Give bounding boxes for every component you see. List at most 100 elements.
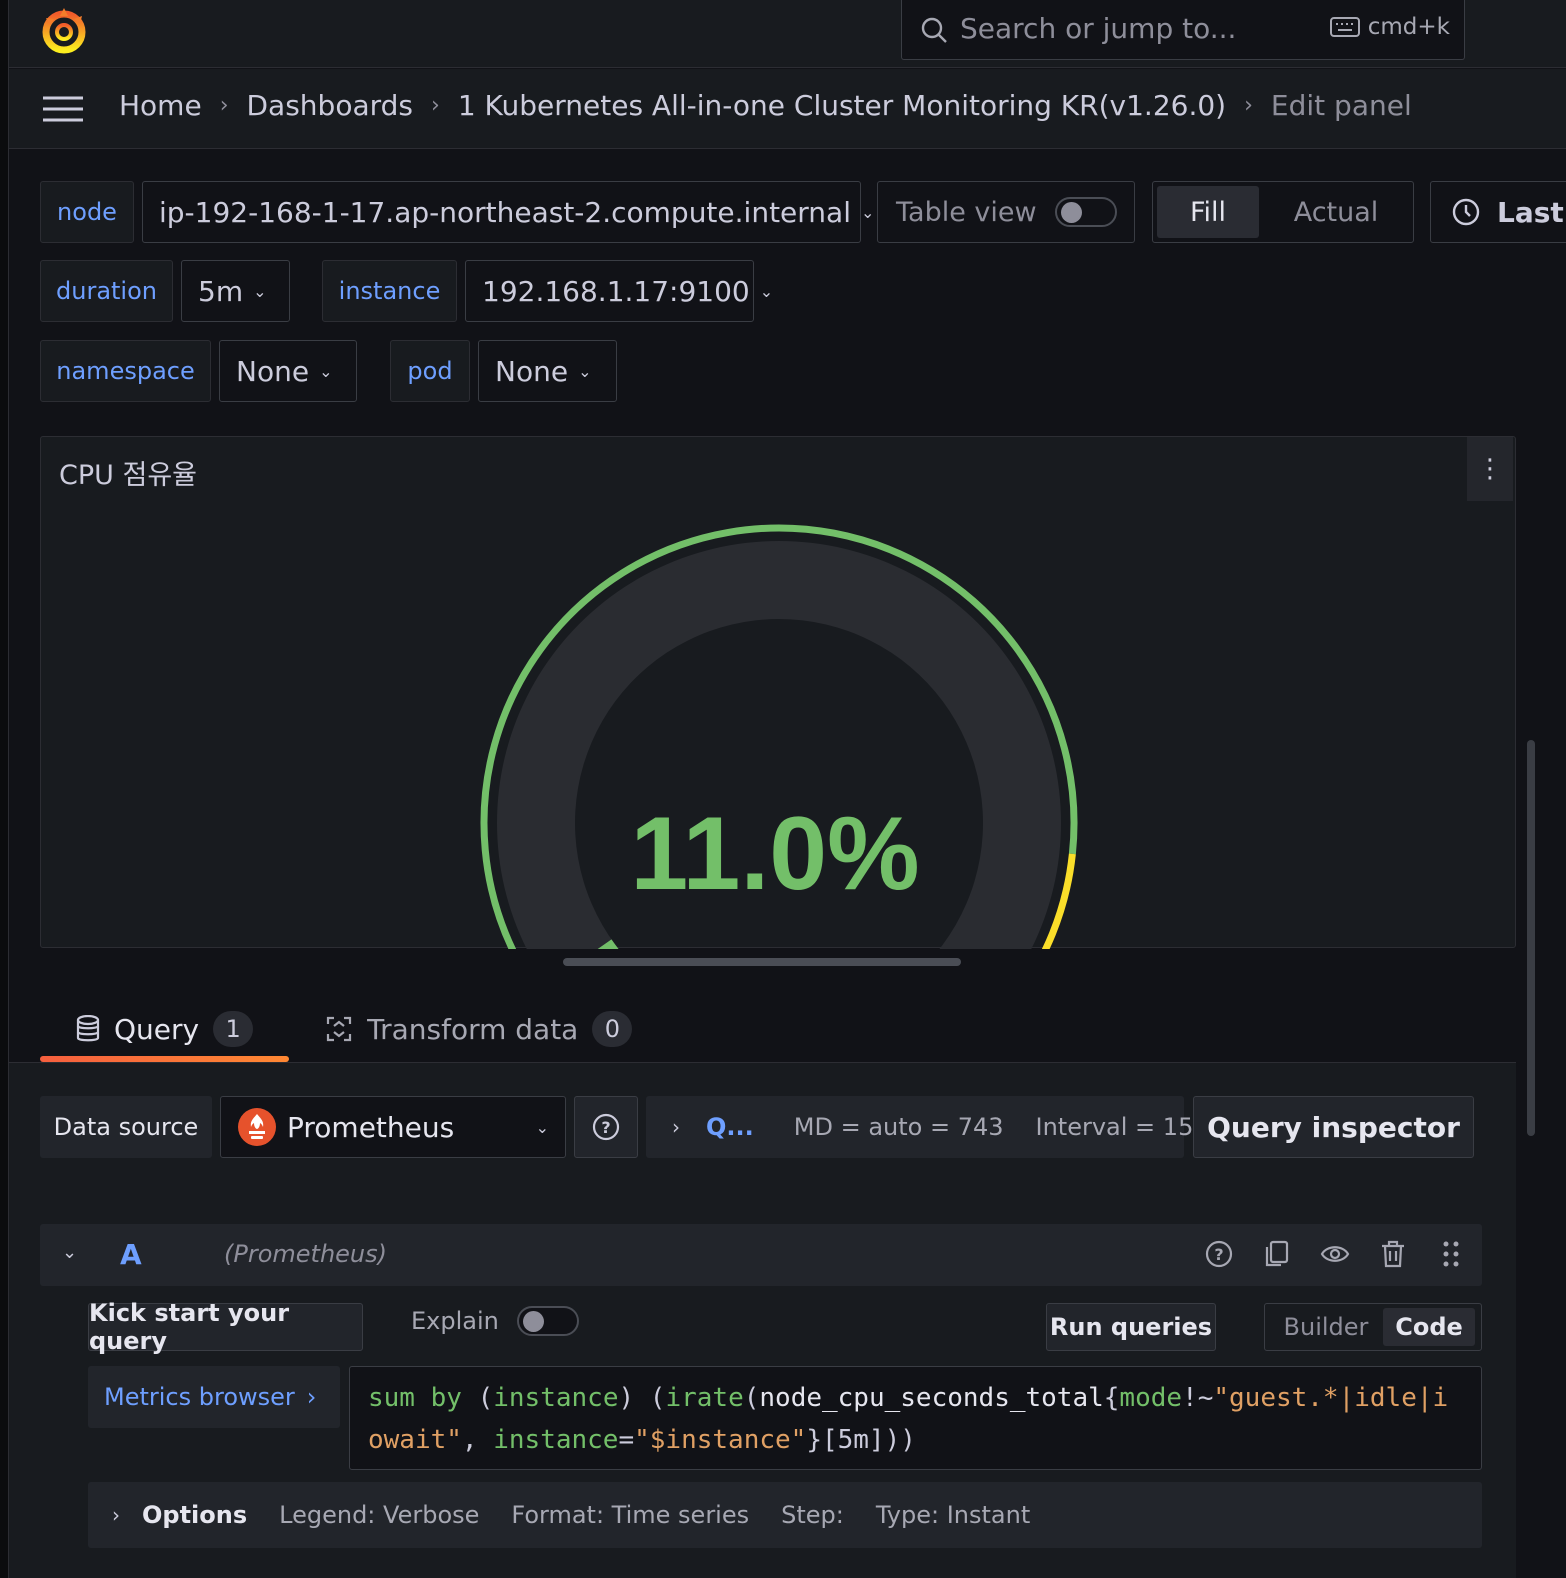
- explain-label: Explain: [411, 1307, 499, 1335]
- chevron-right-icon: ›: [672, 1115, 680, 1139]
- database-icon: [76, 1015, 100, 1042]
- toggle-knob: [522, 1311, 544, 1332]
- explain-toggle[interactable]: Explain: [411, 1306, 579, 1336]
- toggle-switch[interactable]: [516, 1306, 579, 1336]
- chevron-down-icon: ⌄: [319, 361, 333, 381]
- variable-value: 5m: [198, 274, 244, 308]
- code-token: irate: [665, 1383, 744, 1413]
- toggle-knob: [1060, 202, 1082, 223]
- query-datasource: (Prometheus): [224, 1240, 387, 1268]
- metrics-browser-button[interactable]: Metrics browser ›: [88, 1366, 340, 1428]
- code-token: !~: [1182, 1383, 1214, 1413]
- code-token: =: [618, 1425, 635, 1455]
- chevron-right-icon: ›: [306, 1383, 317, 1411]
- tab-label: Transform data: [367, 1012, 579, 1046]
- editor-tabs: Query 1 Transform data 0: [40, 996, 668, 1062]
- search-shortcut: cmd+k: [1329, 14, 1450, 40]
- variable-select-pod[interactable]: None ⌄: [478, 340, 617, 402]
- variable-select-duration[interactable]: 5m ⌄: [181, 260, 290, 322]
- search-icon: [921, 17, 947, 43]
- kick-start-button[interactable]: Kick start your query: [88, 1299, 363, 1355]
- datasource-name: Prometheus: [287, 1110, 455, 1144]
- chevron-down-icon: ⌄: [535, 1117, 549, 1137]
- search-bar[interactable]: Search or jump to... cmd+k: [901, 0, 1465, 60]
- variable-value: ip-192-168-1-17.ap-northeast-2.compute.i…: [159, 195, 851, 229]
- grafana-logo-icon[interactable]: [38, 4, 90, 56]
- toggle-switch[interactable]: [1054, 197, 1117, 227]
- breadcrumb-current: Edit panel: [1270, 89, 1412, 122]
- chevron-right-icon: ›: [1244, 93, 1253, 118]
- table-view-label: Table view: [896, 196, 1037, 228]
- code-mode[interactable]: Code: [1383, 1308, 1475, 1346]
- drag-handle-icon[interactable]: [1436, 1239, 1466, 1269]
- variable-label-namespace: namespace: [40, 340, 211, 402]
- chevron-down-icon[interactable]: ⌄: [62, 1242, 77, 1263]
- variable-value: None: [495, 354, 569, 388]
- tab-query[interactable]: Query 1: [40, 996, 290, 1062]
- options-type: Type: Instant: [875, 1501, 1031, 1529]
- left-edge: [0, 0, 9, 1578]
- run-queries-button[interactable]: Run queries: [1046, 1303, 1216, 1351]
- builder-mode[interactable]: Builder: [1269, 1313, 1383, 1341]
- variable-value: None: [236, 354, 310, 388]
- query-options-row[interactable]: › Options Legend: Verbose Format: Time s…: [88, 1482, 1482, 1548]
- svg-text:?: ?: [601, 1118, 610, 1137]
- gauge-panel: CPU 점유율 ⋮ 11.0%: [40, 436, 1516, 949]
- time-range-label: Last: [1497, 195, 1564, 229]
- eye-icon[interactable]: [1320, 1239, 1350, 1269]
- code-token: instance: [493, 1425, 619, 1455]
- query-ref-id[interactable]: A: [120, 1238, 142, 1271]
- variable-select-node[interactable]: ip-192-168-1-17.ap-northeast-2.compute.i…: [142, 181, 874, 243]
- help-icon: ?: [592, 1113, 620, 1141]
- code-token: sum: [368, 1383, 415, 1413]
- code-token: mode: [1119, 1383, 1183, 1413]
- fill-option[interactable]: Fill: [1157, 186, 1259, 238]
- keyboard-icon: [1329, 17, 1360, 37]
- code-token: node_cpu_seconds_total: [759, 1383, 1104, 1413]
- actual-option[interactable]: Actual: [1263, 186, 1409, 238]
- trash-icon[interactable]: [1378, 1239, 1408, 1269]
- tab-transform[interactable]: Transform data 0: [289, 996, 668, 1062]
- query-code-editor[interactable]: sum by (instance) (irate(node_cpu_second…: [349, 1366, 1482, 1470]
- time-range-picker[interactable]: Last: [1430, 181, 1566, 243]
- menu-icon[interactable]: [43, 95, 83, 123]
- variable-select-namespace[interactable]: None ⌄: [219, 340, 357, 402]
- shortcut-label: cmd+k: [1367, 14, 1450, 40]
- variable-label-node: node: [40, 181, 134, 243]
- query-inspector-button[interactable]: Query inspector: [1193, 1096, 1474, 1158]
- chevron-down-icon: ⌄: [578, 361, 592, 381]
- breadcrumb-dashboard[interactable]: 1 Kubernetes All-in-one Cluster Monitori…: [458, 89, 1226, 122]
- max-data-points: MD = auto = 743: [793, 1113, 1004, 1141]
- datasource-label: Data source: [40, 1096, 212, 1158]
- vertical-scrollbar[interactable]: [1527, 740, 1535, 1136]
- breadcrumb: Home › Dashboards › 1 Kubernetes All-in-…: [119, 89, 1412, 122]
- help-icon[interactable]: ?: [1204, 1239, 1234, 1269]
- query-options[interactable]: › Q... MD = auto = 743 Interval = 15s: [646, 1096, 1206, 1158]
- svg-text:?: ?: [1214, 1245, 1223, 1264]
- chevron-right-icon: ›: [112, 1503, 120, 1527]
- chevron-down-icon: ⌄: [759, 281, 774, 301]
- gauge-chart: 11.0%: [480, 524, 1078, 949]
- breadcrumb-dashboards[interactable]: Dashboards: [247, 89, 414, 122]
- variable-label-duration: duration: [40, 260, 173, 322]
- variable-value: 192.168.1.17:9100: [482, 274, 750, 308]
- code-token: by: [430, 1383, 462, 1413]
- chevron-down-icon: ⌄: [860, 202, 875, 222]
- options-legend: Legend: Verbose: [279, 1501, 480, 1529]
- query-row-header: ⌄ A (Prometheus) ?: [40, 1224, 1482, 1286]
- copy-icon[interactable]: [1262, 1239, 1292, 1269]
- variable-label-pod: pod: [390, 340, 470, 402]
- datasource-picker[interactable]: Prometheus ⌄: [220, 1096, 566, 1158]
- variable-select-instance[interactable]: 192.168.1.17:9100 ⌄: [465, 260, 773, 322]
- datasource-help-button[interactable]: ?: [574, 1096, 638, 1158]
- gauge-value: 11.0%: [630, 796, 919, 912]
- clock-icon: [1452, 198, 1480, 226]
- metrics-browser-label: Metrics browser: [104, 1383, 295, 1411]
- chevron-down-icon: ⌄: [253, 281, 267, 301]
- table-view-toggle[interactable]: Table view: [877, 181, 1135, 243]
- horizontal-scrollbar[interactable]: [563, 958, 961, 966]
- breadcrumb-home[interactable]: Home: [119, 89, 202, 122]
- variable-label-instance: instance: [322, 260, 457, 322]
- options-title: Options: [142, 1501, 248, 1529]
- options-step: Step:: [781, 1501, 844, 1529]
